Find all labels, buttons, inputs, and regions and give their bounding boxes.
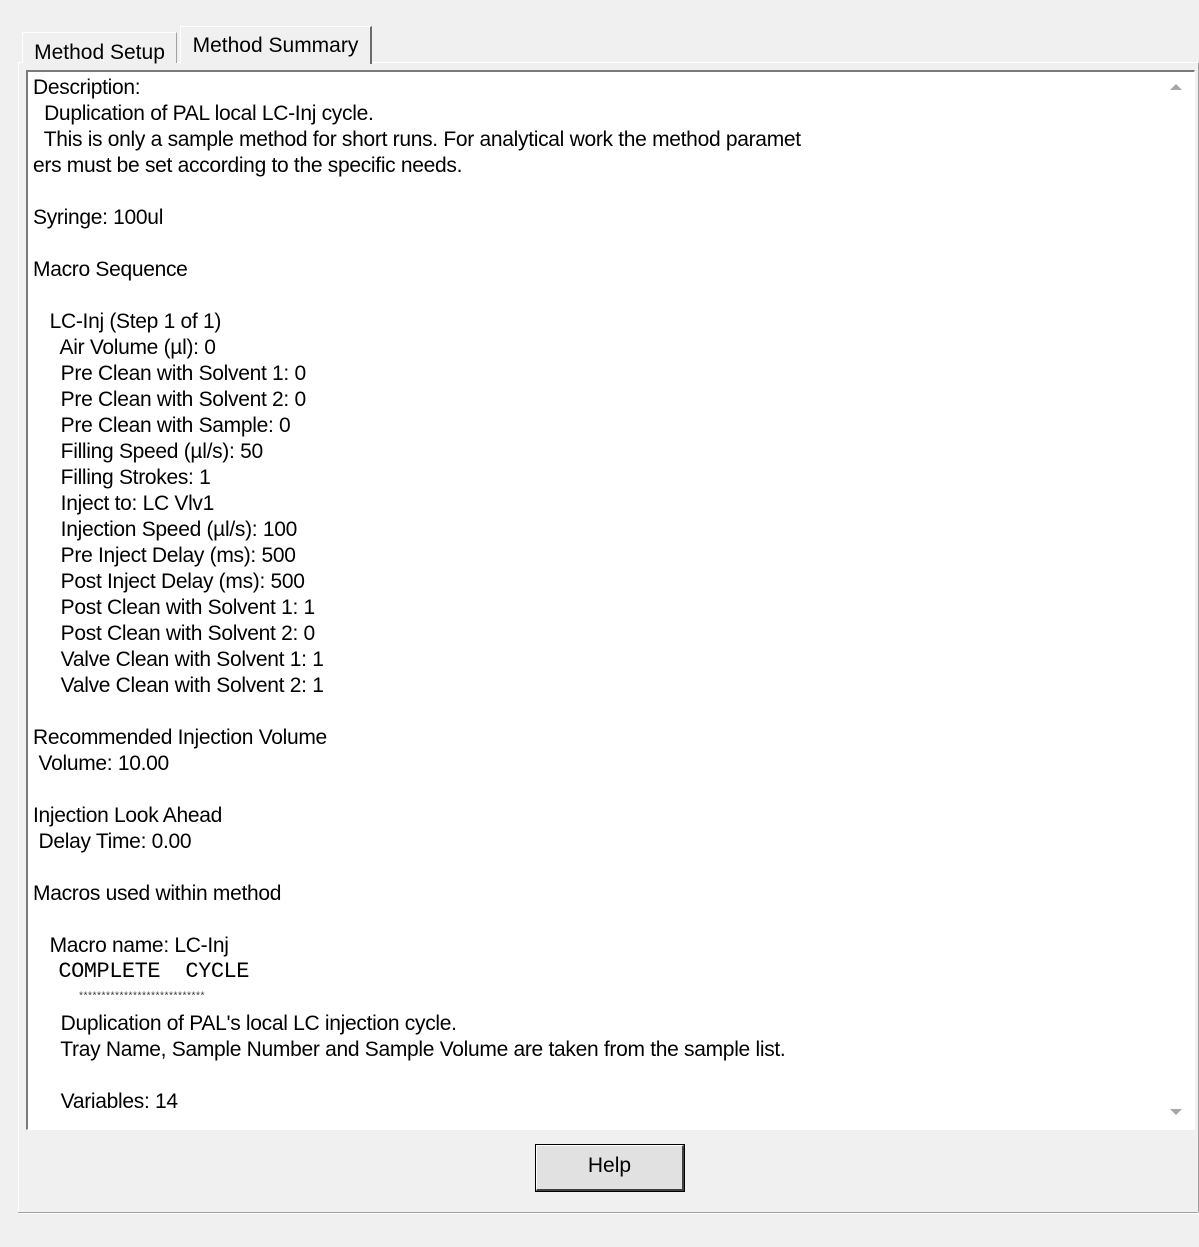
summary-line — [33, 179, 1163, 205]
summary-line — [33, 855, 1163, 881]
summary-line: Pre Clean with Sample: 0 — [33, 414, 291, 437]
scroll-down-arrow-icon[interactable] — [1170, 1109, 1182, 1115]
summary-line: Macro name: LC-Inj — [33, 934, 229, 957]
summary-line: Variables: 14 — [33, 1090, 178, 1113]
tab-method-setup[interactable]: Method Setup — [22, 32, 177, 63]
summary-line: Post Inject Delay (ms): 500 — [33, 570, 305, 593]
summary-line: ers must be set according to the specifi… — [33, 154, 463, 177]
method-summary-textbox[interactable]: Description: Duplication of PAL local LC… — [26, 70, 1195, 1130]
summary-line: Recommended Injection Volume — [33, 726, 327, 749]
summary-line — [33, 283, 1163, 309]
summary-line: Pre Clean with Solvent 2: 0 — [33, 388, 307, 411]
help-button[interactable]: Help — [535, 1144, 685, 1192]
summary-line: Tray Name, Sample Number and Sample Volu… — [33, 1038, 786, 1061]
summary-line: Injection Look Ahead — [33, 804, 222, 827]
summary-line: Post Clean with Solvent 2: 0 — [33, 622, 316, 645]
summary-line — [33, 1063, 1163, 1089]
scroll-up-arrow-icon[interactable] — [1170, 84, 1182, 90]
summary-line: Pre Inject Delay (ms): 500 — [33, 544, 296, 567]
summary-line: Description: — [33, 76, 141, 99]
summary-line: Valve Clean with Solvent 1: 1 — [33, 648, 324, 671]
summary-line: Syringe: 100ul — [33, 206, 164, 229]
summary-line: Delay Time: 0.00 — [33, 830, 192, 853]
summary-line — [33, 907, 1163, 933]
summary-line: **************************** — [33, 992, 206, 1003]
summary-line: Filling Speed (µl/s): 50 — [33, 440, 263, 463]
summary-line: Post Clean with Solvent 1: 1 — [33, 596, 316, 619]
summary-line: COMPLETE CYCLE — [33, 959, 249, 984]
dialog-separator — [18, 1212, 1198, 1214]
summary-line: Volume: 10.00 — [33, 752, 170, 775]
summary-line: Duplication of PAL's local LC injection … — [33, 1012, 457, 1035]
summary-line: Filling Strokes: 1 — [33, 466, 211, 489]
vertical-scrollbar[interactable] — [1161, 72, 1194, 1129]
summary-line: Inject to: LC Vlv1 — [33, 492, 215, 515]
summary-line: Pre Clean with Solvent 1: 0 — [33, 362, 307, 385]
method-summary-text: Description: Duplication of PAL local LC… — [33, 75, 1163, 1115]
summary-line: This is only a sample method for short r… — [33, 128, 801, 151]
summary-line: LC-Inj (Step 1 of 1) — [33, 310, 222, 333]
summary-line: Injection Speed (µl/s): 100 — [33, 518, 298, 541]
summary-line — [33, 231, 1163, 257]
summary-line: Air Volume (µl): 0 — [33, 336, 216, 359]
summary-line — [33, 699, 1163, 725]
tab-method-summary[interactable]: Method Summary — [180, 26, 372, 64]
summary-line: Valve Clean with Solvent 2: 1 — [33, 674, 324, 697]
summary-line — [33, 777, 1163, 803]
summary-line: Macro Sequence — [33, 258, 188, 281]
summary-line: Macros used within method — [33, 882, 282, 905]
summary-line: Duplication of PAL local LC-Inj cycle. — [33, 102, 374, 125]
